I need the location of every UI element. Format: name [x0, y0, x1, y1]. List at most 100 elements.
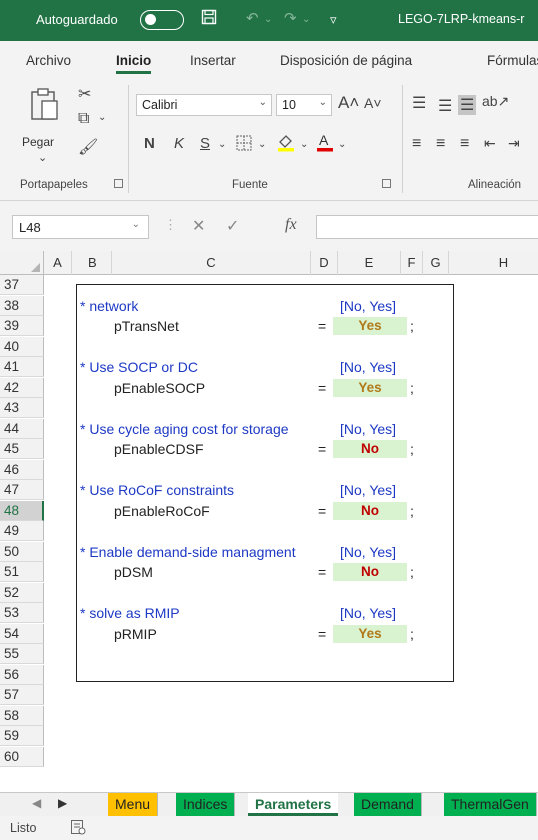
paste-dropdown-icon[interactable]: ⌄	[38, 151, 47, 164]
row-header-60[interactable]: 60	[0, 746, 44, 767]
align-middle-icon[interactable]: ☰	[438, 96, 452, 116]
font-launcher-icon[interactable]	[382, 179, 391, 188]
increase-indent-icon[interactable]: ⇥	[508, 135, 520, 152]
param-value-cell[interactable]: Yes	[333, 317, 407, 335]
sheet-tab-menu[interactable]: Menu	[108, 793, 159, 816]
orientation-icon[interactable]: ab↗	[482, 93, 509, 110]
select-all-corner[interactable]	[0, 251, 44, 275]
row-header-49[interactable]: 49	[0, 521, 44, 541]
row-header-51[interactable]: 51	[0, 562, 44, 582]
row-header-42[interactable]: 42	[0, 377, 44, 398]
scroll-right-icon[interactable]: ▶	[58, 796, 67, 810]
row-header-48[interactable]: 48	[0, 500, 44, 521]
tab-formulas[interactable]: Fórmulas	[487, 53, 538, 68]
row-header-45[interactable]: 45	[0, 439, 44, 459]
enter-icon[interactable]: ✓	[226, 216, 239, 236]
sheet-tab-demand[interactable]: Demand	[354, 793, 422, 816]
param-equals: =	[318, 379, 327, 396]
borders-dropdown-icon[interactable]: ⌄	[258, 139, 266, 150]
increase-font-icon[interactable]: A˄	[338, 93, 359, 113]
copy-dropdown-icon[interactable]: ⌄	[98, 112, 106, 123]
format-painter-icon[interactable]: 🖌	[78, 137, 98, 157]
row-header-57[interactable]: 57	[0, 685, 44, 705]
autosave-toggle[interactable]	[140, 10, 184, 30]
col-header-a[interactable]: A	[44, 251, 72, 275]
paste-icon[interactable]	[29, 87, 59, 126]
paste-label[interactable]: Pegar	[22, 135, 54, 149]
customize-toolbar-icon[interactable]: ▿	[330, 12, 337, 28]
row-header-40[interactable]: 40	[0, 336, 44, 357]
align-top-icon[interactable]: ☰	[412, 93, 426, 113]
param-value-cell[interactable]: No	[333, 440, 407, 458]
undo-dropdown-icon[interactable]: ⌄	[264, 14, 272, 25]
row-header-54[interactable]: 54	[0, 623, 44, 644]
row-header-43[interactable]: 43	[0, 398, 44, 418]
col-header-h[interactable]: H	[449, 251, 538, 275]
param-semicolon: ;	[410, 379, 414, 396]
italic-button[interactable]: K	[174, 135, 184, 152]
tab-archivo[interactable]: Archivo	[26, 53, 71, 68]
font-color-dropdown-icon[interactable]: ⌄	[338, 139, 346, 150]
align-center-icon[interactable]: ≡	[436, 135, 445, 153]
insert-function-icon[interactable]: fx	[285, 216, 297, 234]
clipboard-launcher-icon[interactable]	[114, 179, 123, 188]
cancel-icon[interactable]: ✕	[192, 216, 205, 236]
decrease-indent-icon[interactable]: ⇤	[484, 135, 496, 152]
param-value-cell[interactable]: Yes	[333, 624, 407, 643]
tab-inicio[interactable]: Inicio	[116, 53, 152, 74]
sheet-tab-indices[interactable]: Indices	[176, 793, 236, 816]
name-box[interactable]: L48 ⌄	[12, 215, 149, 239]
redo-dropdown-icon[interactable]: ⌄	[302, 14, 310, 25]
row-header-55[interactable]: 55	[0, 644, 44, 664]
save-icon[interactable]	[201, 9, 217, 29]
row-header-46[interactable]: 46	[0, 459, 44, 480]
tab-disposicion-de-pagina[interactable]: Disposición de página	[280, 53, 412, 68]
tab-insertar[interactable]: Insertar	[190, 53, 236, 68]
borders-icon[interactable]	[236, 135, 252, 156]
row-header-39[interactable]: 39	[0, 316, 44, 336]
undo-icon[interactable]: ↶	[246, 9, 259, 27]
row-header-47[interactable]: 47	[0, 480, 44, 500]
col-header-e[interactable]: E	[338, 251, 401, 275]
row-header-52[interactable]: 52	[0, 582, 44, 603]
param-value-cell[interactable]: Yes	[333, 378, 407, 397]
macro-record-icon[interactable]	[70, 819, 86, 838]
scroll-left-icon[interactable]: ◀	[32, 796, 41, 810]
group-fuente: Fuente	[232, 179, 268, 191]
fill-color-dropdown-icon[interactable]: ⌄	[300, 139, 308, 150]
align-left-icon[interactable]: ≡	[412, 135, 421, 153]
param-value-cell[interactable]: No	[333, 563, 407, 581]
row-header-56[interactable]: 56	[0, 664, 44, 685]
sheet-tab-parameters[interactable]: Parameters	[248, 793, 339, 816]
fill-color-icon[interactable]	[276, 132, 296, 157]
row-header-41[interactable]: 41	[0, 357, 44, 377]
col-header-d[interactable]: D	[311, 251, 338, 275]
decrease-font-icon[interactable]: A˅	[364, 95, 382, 111]
row-header-38[interactable]: 38	[0, 295, 44, 316]
bold-button[interactable]: N	[144, 135, 155, 152]
col-header-g[interactable]: G	[423, 251, 449, 275]
copy-icon[interactable]: ⧉	[78, 110, 89, 128]
align-right-icon[interactable]: ≡	[460, 135, 469, 153]
param-value-cell[interactable]: No	[333, 501, 407, 520]
row-header-50[interactable]: 50	[0, 541, 44, 562]
col-header-b[interactable]: B	[72, 251, 112, 275]
col-header-c[interactable]: C	[112, 251, 311, 275]
param-semicolon: ;	[410, 625, 414, 642]
formula-input[interactable]	[316, 215, 538, 239]
row-header-53[interactable]: 53	[0, 603, 44, 623]
row-header-37[interactable]: 37	[0, 275, 44, 295]
underline-dropdown-icon[interactable]: ⌄	[218, 139, 226, 150]
font-color-icon[interactable]: A	[316, 132, 334, 157]
font-name-combo[interactable]: Calibri ⌄	[136, 94, 272, 116]
font-size-combo[interactable]: 10 ⌄	[276, 94, 332, 116]
row-header-59[interactable]: 59	[0, 726, 44, 746]
row-header-44[interactable]: 44	[0, 418, 44, 439]
underline-button[interactable]: S	[200, 135, 210, 152]
align-bottom-icon[interactable]: ☰	[458, 95, 477, 115]
sheet-tab-thermalgen[interactable]: ThermalGen	[444, 793, 537, 816]
row-header-58[interactable]: 58	[0, 705, 44, 726]
col-header-f[interactable]: F	[401, 251, 423, 275]
redo-icon[interactable]: ↷	[284, 9, 297, 27]
cut-icon[interactable]: ✂	[78, 84, 91, 104]
